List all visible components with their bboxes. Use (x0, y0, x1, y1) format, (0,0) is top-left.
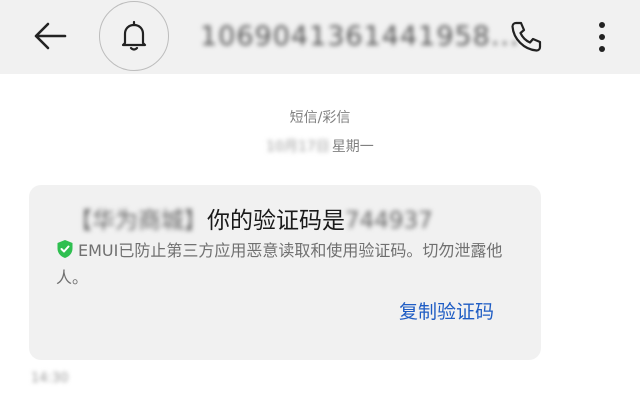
security-notice-text: EMUI已防止第三方应用恶意读取和使用验证码。切勿泄露他人。 (56, 241, 503, 287)
more-options-button[interactable] (580, 15, 624, 59)
top-bar: 1069041361441958... (0, 0, 640, 74)
call-button[interactable] (504, 15, 548, 59)
message-date: 10月17日 星期一 (0, 136, 640, 156)
copy-code-button[interactable]: 复制验证码 (399, 297, 494, 324)
arrow-left-icon (34, 22, 67, 50)
contact-number: 1069041361441958... (200, 16, 519, 56)
notification-button[interactable] (99, 1, 169, 71)
phone-icon (511, 21, 542, 52)
more-vertical-icon (599, 22, 605, 52)
weekday-label: 星期一 (331, 139, 374, 155)
verification-code-line: 【华为商城】你的验证码是744937 (69, 201, 433, 235)
date-redacted: 10月17日 (266, 139, 330, 155)
verification-code: 744937 (345, 208, 433, 234)
code-prefix: 你的验证码是 (207, 208, 345, 234)
sender-tag: 【华为商城】 (69, 208, 207, 234)
message-time: 14:30 (31, 371, 69, 386)
security-notice: EMUI已防止第三方应用恶意读取和使用验证码。切勿泄露他人。 (56, 237, 526, 291)
contact-number-text: 1069041361441958... (200, 20, 520, 52)
bell-icon (121, 20, 147, 51)
shield-check-icon (57, 240, 73, 258)
back-button[interactable] (28, 16, 72, 56)
message-bubble[interactable]: 【华为商城】你的验证码是744937 EMUI已防止第三方应用恶意读取和使用验证… (29, 185, 541, 360)
message-type-label: 短信/彩信 (289, 110, 351, 126)
